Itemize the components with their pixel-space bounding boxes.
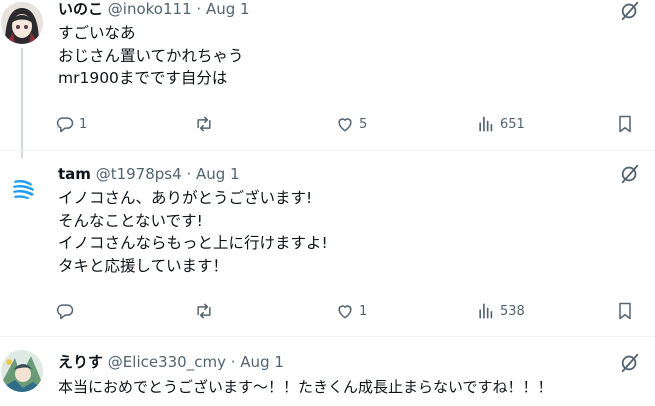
bookmark-button[interactable] <box>615 299 635 323</box>
like-button[interactable]: 1 <box>335 299 367 323</box>
separator-dot: · <box>230 353 236 371</box>
user-handle[interactable]: @inoko111 <box>108 0 192 18</box>
tweet-header: tam @t1978ps4 · Aug 1 <box>58 164 240 184</box>
divider <box>0 150 655 151</box>
tweet-text: 本当におめでとうございます〜！！たきくん成長止まらないですね！！！ <box>58 376 553 399</box>
tweet-line: タキと応援しています！ <box>58 256 229 275</box>
tweet-line: イノコさんならもっと上に行けますよ! <box>58 234 328 252</box>
tweet-actions: 1 5 651 <box>0 112 655 136</box>
like-count: 5 <box>359 116 368 132</box>
tweet-line: おじさん置いてかれちゃう <box>58 46 244 65</box>
avatar-image <box>1 2 43 44</box>
display-name[interactable]: いのこ <box>58 0 103 18</box>
separator-dot: · <box>186 165 192 183</box>
analytics-icon <box>479 116 493 132</box>
views-button[interactable]: 538 <box>476 299 525 323</box>
tweet-line: そんなことないです! <box>58 211 203 230</box>
grok-icon[interactable] <box>619 163 641 185</box>
like-button[interactable]: 5 <box>335 112 367 136</box>
avatar[interactable] <box>1 2 43 44</box>
user-handle[interactable]: @t1978ps4 <box>96 165 182 183</box>
tweet-actions: 1 538 <box>0 299 655 323</box>
grok-icon[interactable] <box>619 352 641 374</box>
reply-icon <box>56 304 74 320</box>
tweet-elice[interactable]: えりす @Elice330_cmy · Aug 1 本当におめでとうございます〜… <box>0 348 655 406</box>
divider <box>0 336 655 337</box>
separator-dot: · <box>196 0 202 18</box>
avatar-image <box>6 172 40 206</box>
avatar-image <box>1 350 43 392</box>
repost-icon <box>197 303 211 319</box>
tweet-line: 本当におめでとうございます〜！！たきくん成長止まらないですね！！！ <box>58 378 553 396</box>
like-count: 1 <box>359 303 368 319</box>
user-handle[interactable]: @Elice330_cmy <box>108 353 226 371</box>
tweet-header: えりす @Elice330_cmy · Aug 1 <box>58 352 284 372</box>
display-name[interactable]: えりす <box>58 353 103 371</box>
view-count: 538 <box>500 303 525 319</box>
views-button[interactable]: 651 <box>476 112 525 136</box>
heart-icon <box>338 118 352 132</box>
heart-icon <box>338 305 352 319</box>
tweet-text: イノコさん、ありがとうございます! そんなことないです! イノコさんならもっと上… <box>58 187 328 277</box>
thread-line <box>21 48 23 158</box>
view-count: 651 <box>500 116 525 132</box>
bookmark-icon <box>619 302 631 320</box>
reply-count: 1 <box>79 116 88 132</box>
tweet-line: mr1900までです自分は <box>58 69 228 87</box>
tweet-line: イノコさん、ありがとうございます! <box>58 189 313 207</box>
timestamp[interactable]: Aug 1 <box>206 0 250 18</box>
tweet-text: すごいなあ おじさん置いてかれちゃう mr1900までです自分は <box>58 22 244 90</box>
timestamp[interactable]: Aug 1 <box>240 353 284 371</box>
tweet-line: すごいなあ <box>58 24 136 42</box>
bookmark-button[interactable] <box>615 112 635 136</box>
avatar[interactable] <box>1 350 43 392</box>
repost-icon <box>197 116 211 132</box>
timestamp[interactable]: Aug 1 <box>196 165 240 183</box>
analytics-icon <box>479 303 493 319</box>
reply-button[interactable]: 1 <box>55 112 87 136</box>
tweet-inoko[interactable]: いのこ @inoko111 · Aug 1 すごいなあ おじさん置いてかれちゃう… <box>0 0 655 158</box>
display-name[interactable]: tam <box>58 165 91 183</box>
grok-icon[interactable] <box>619 0 641 22</box>
bookmark-icon <box>619 115 631 133</box>
tweet-tam[interactable]: tam @t1978ps4 · Aug 1 イノコさん、ありがとうございます! … <box>0 162 655 332</box>
repost-button[interactable] <box>194 112 218 136</box>
reply-button[interactable] <box>55 299 79 323</box>
tweet-header: いのこ @inoko111 · Aug 1 <box>58 0 250 19</box>
repost-button[interactable] <box>194 299 218 323</box>
avatar[interactable] <box>6 172 40 206</box>
reply-icon <box>56 117 74 133</box>
